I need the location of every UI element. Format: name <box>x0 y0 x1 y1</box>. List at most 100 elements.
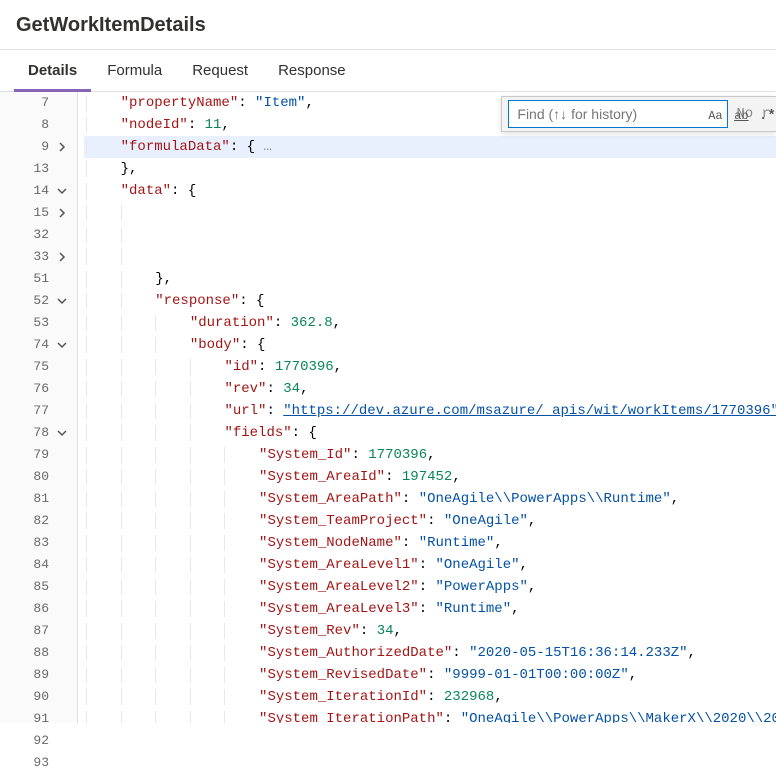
line-number: 75 <box>19 356 49 378</box>
line-number: 8 <box>19 114 49 136</box>
line-number: 90 <box>19 686 49 708</box>
code-line[interactable]: "System_AuthorizedDate": "2020-05-15T16:… <box>84 642 776 664</box>
fold-expanded-icon[interactable] <box>55 184 69 198</box>
code-line[interactable]: "System_Id": 1770396, <box>84 444 776 466</box>
gutter-row: 88 <box>0 642 77 664</box>
code-line[interactable]: "rev": 34, <box>84 378 776 400</box>
tab-formula[interactable]: Formula <box>93 50 176 92</box>
fold-collapsed-icon[interactable] <box>55 206 69 220</box>
gutter-row: 9 <box>0 136 77 158</box>
gutter-row: 86 <box>0 598 77 620</box>
line-number: 85 <box>19 576 49 598</box>
tab-response[interactable]: Response <box>264 50 360 92</box>
line-number: 76 <box>19 378 49 400</box>
fold-collapsed-icon[interactable] <box>55 250 69 264</box>
gutter-row: 92 <box>0 730 77 752</box>
code-line[interactable]: "System_AreaPath": "OneAgile\\PowerApps\… <box>84 488 776 510</box>
gutter-row: 84 <box>0 554 77 576</box>
line-number: 89 <box>19 664 49 686</box>
match-word-icon[interactable]: ab <box>730 105 752 127</box>
code-line[interactable] <box>84 246 776 268</box>
line-number: 79 <box>19 444 49 466</box>
code-line[interactable] <box>84 224 776 246</box>
gutter-row: 90 <box>0 686 77 708</box>
code-line[interactable]: "System_TeamProject": "OneAgile", <box>84 510 776 532</box>
fold-expanded-icon[interactable] <box>55 294 69 308</box>
code-line[interactable]: "System_Rev": 34, <box>84 620 776 642</box>
line-number: 7 <box>19 92 49 114</box>
gutter-row: 85 <box>0 576 77 598</box>
code-line[interactable]: "fields": { <box>84 422 776 444</box>
gutter-row: 83 <box>0 532 77 554</box>
line-number: 86 <box>19 598 49 620</box>
code-line[interactable] <box>84 202 776 224</box>
header: GetWorkItemDetails <box>0 0 776 50</box>
gutter-row: 76 <box>0 378 77 400</box>
code-content[interactable]: "propertyName": "Item", "nodeId": 11, "f… <box>78 92 776 723</box>
gutter-row: 82 <box>0 510 77 532</box>
line-number: 88 <box>19 642 49 664</box>
fold-collapsed-icon[interactable] <box>55 140 69 154</box>
code-line[interactable]: "System_RevisedDate": "9999-01-01T00:00:… <box>84 664 776 686</box>
code-line[interactable]: "duration": 362.8, <box>84 312 776 334</box>
gutter-row: 79 <box>0 444 77 466</box>
line-number: 84 <box>19 554 49 576</box>
gutter-row: 80 <box>0 466 77 488</box>
gutter-row: 8 <box>0 114 77 136</box>
gutter-row: 89 <box>0 664 77 686</box>
gutter-row: 78 <box>0 422 77 444</box>
line-number: 93 <box>19 752 49 774</box>
gutter-row: 7 <box>0 92 77 114</box>
code-line[interactable]: "System_NodeName": "Runtime", <box>84 532 776 554</box>
line-number: 74 <box>19 334 49 356</box>
line-number: 87 <box>19 620 49 642</box>
fold-expanded-icon[interactable] <box>55 338 69 352</box>
code-line[interactable]: "id": 1770396, <box>84 356 776 378</box>
code-line[interactable]: "System_AreaLevel1": "OneAgile", <box>84 554 776 576</box>
gutter-row: 93 <box>0 752 77 774</box>
line-number: 78 <box>19 422 49 444</box>
line-number: 92 <box>19 730 49 752</box>
find-widget[interactable]: Aa ab .* No r <box>501 96 776 132</box>
tab-details[interactable]: Details <box>14 50 91 92</box>
code-line[interactable]: "formulaData": { … <box>84 136 776 158</box>
code-line[interactable]: "System_IterationPath": "OneAgile\\Power… <box>84 708 776 723</box>
gutter-row: 14 <box>0 180 77 202</box>
code-line[interactable]: }, <box>84 268 776 290</box>
code-editor[interactable]: 7 8 913 141532 3351 5253 7475 76 77 7879… <box>0 92 776 723</box>
line-number: 52 <box>19 290 49 312</box>
gutter-row: 13 <box>0 158 77 180</box>
find-input[interactable] <box>508 100 728 128</box>
code-line[interactable]: "url": "https://dev.azure.com/msazure/_a… <box>84 400 776 422</box>
line-number: 32 <box>19 224 49 246</box>
gutter-row: 87 <box>0 620 77 642</box>
line-gutter: 7 8 913 141532 3351 5253 7475 76 77 7879… <box>0 92 78 723</box>
code-line[interactable]: "System_AreaLevel3": "Runtime", <box>84 598 776 620</box>
line-number: 77 <box>19 400 49 422</box>
code-line[interactable]: "body": { <box>84 334 776 356</box>
tab-bar: DetailsFormulaRequestResponse <box>0 50 776 92</box>
gutter-row: 32 <box>0 224 77 246</box>
page-title: GetWorkItemDetails <box>16 14 760 37</box>
regex-icon[interactable]: .* <box>756 105 776 127</box>
gutter-row: 53 <box>0 312 77 334</box>
gutter-row: 15 <box>0 202 77 224</box>
fold-expanded-icon[interactable] <box>55 426 69 440</box>
line-number: 83 <box>19 532 49 554</box>
code-line[interactable]: "System_AreaId": 197452, <box>84 466 776 488</box>
code-line[interactable]: }, <box>84 158 776 180</box>
code-line[interactable]: "response": { <box>84 290 776 312</box>
code-line[interactable]: "System_IterationId": 232968, <box>84 686 776 708</box>
code-line[interactable]: "System_AreaLevel2": "PowerApps", <box>84 576 776 598</box>
gutter-row: 74 <box>0 334 77 356</box>
line-number: 53 <box>19 312 49 334</box>
gutter-row: 81 <box>0 488 77 510</box>
line-number: 91 <box>19 708 49 730</box>
line-number: 9 <box>19 136 49 158</box>
code-line[interactable]: "data": { <box>84 180 776 202</box>
gutter-row: 33 <box>0 246 77 268</box>
line-number: 80 <box>19 466 49 488</box>
match-case-icon[interactable]: Aa <box>704 105 726 127</box>
gutter-row: 51 <box>0 268 77 290</box>
tab-request[interactable]: Request <box>178 50 262 92</box>
